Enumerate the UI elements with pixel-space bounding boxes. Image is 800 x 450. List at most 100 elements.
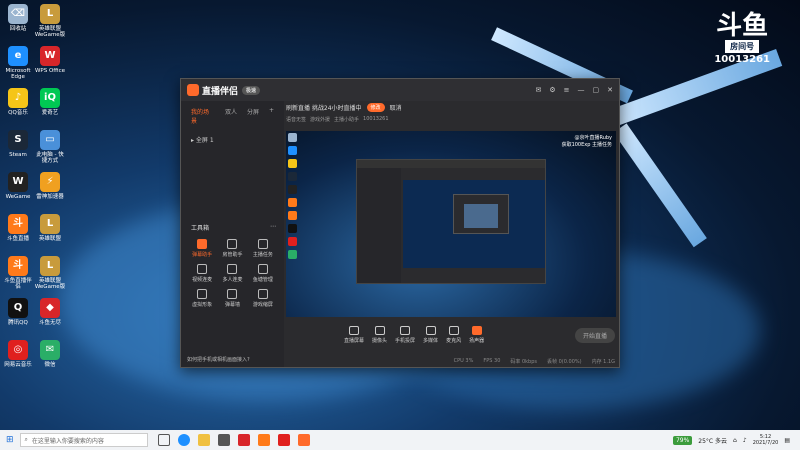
cancel-title-button[interactable]: 取消 <box>390 103 402 112</box>
game-icon[interactable] <box>277 434 290 446</box>
status-item: 内存 1.1G <box>591 359 615 365</box>
desktop-icon[interactable]: Q 腾讯QQ <box>2 298 34 326</box>
desktop-icon[interactable]: iQ 爱奇艺 <box>34 88 66 116</box>
tab-duo[interactable]: 双人 <box>225 107 237 125</box>
desktop-icon-label: 英雄联盟 <box>38 236 61 242</box>
desktop-icon[interactable]: W WeGame <box>2 172 34 200</box>
store-icon[interactable] <box>217 434 230 446</box>
source-button[interactable]: 摄像头 <box>372 326 387 344</box>
task-view-icon[interactable] <box>157 434 170 446</box>
battery-indicator[interactable]: 79% <box>672 435 693 445</box>
source-label: 手机投屏 <box>395 338 416 344</box>
tool-icon <box>197 239 208 249</box>
tool-button[interactable]: 视频连麦 <box>187 264 217 283</box>
desktop-icon[interactable]: L 英雄联盟WeGame版 <box>34 256 66 290</box>
toolbox-more-icon[interactable]: ⋯ <box>270 223 276 232</box>
windows-start-icon[interactable]: ⊞ <box>6 435 14 445</box>
source-label: 扬声器 <box>469 338 485 344</box>
version-pill[interactable]: 极速 <box>242 85 261 95</box>
clock[interactable]: 5:12 2021/7/20 <box>753 434 779 446</box>
live-companion-icon[interactable] <box>297 434 310 446</box>
add-scene-icon[interactable]: + <box>269 107 274 125</box>
toolbox-title: 工具箱 <box>191 225 210 232</box>
app-icon: ⌫ <box>8 4 28 24</box>
desktop-icon[interactable]: e Microsoft Edge <box>2 46 34 80</box>
camera-tip-link[interactable]: 如何把手机或相机画面接入? <box>187 356 250 363</box>
tool-label: 主播任务 <box>252 252 273 258</box>
start-live-button[interactable]: 开始直播 <box>574 327 615 343</box>
desktop-icon[interactable]: S Steam <box>2 130 34 158</box>
status-item: 码率 0kbps <box>510 359 538 365</box>
tool-button[interactable]: 弹幕助手 <box>187 239 217 258</box>
minimize-icon[interactable]: — <box>578 86 585 94</box>
close-icon[interactable]: ✕ <box>607 86 613 94</box>
tool-icon <box>257 239 268 249</box>
desktop-icon[interactable]: 斗斗鱼直播 <box>2 214 34 242</box>
tab-scenes[interactable]: 我的场景 <box>191 107 215 125</box>
desktop-icon[interactable]: ♪ QQ音乐 <box>2 88 34 116</box>
preview-icon <box>288 237 297 246</box>
room-meta-item[interactable]: 语音无签 <box>286 116 306 123</box>
app-icon: ⚡ <box>40 172 60 192</box>
weather-text[interactable]: 25°C 多云 <box>698 436 727 445</box>
desktop-icon[interactable]: ⚡ 雷神加速器 <box>34 172 66 200</box>
network-icon[interactable]: ⌂ <box>733 437 737 444</box>
app-icon: ♪ <box>8 88 28 108</box>
desktop-icon[interactable]: ▭ 此电脑 - 快捷方式 <box>34 130 66 164</box>
maximize-icon[interactable]: ▢ <box>593 86 600 94</box>
tab-split[interactable]: 分屏 <box>247 107 259 125</box>
room-meta-item[interactable]: 主播小助手 <box>334 116 359 123</box>
source-button[interactable]: 多媒体 <box>423 326 438 344</box>
desktop-icon-label: Microsoft Edge <box>5 68 31 80</box>
source-label: 直播屏幕 <box>344 338 365 344</box>
room-meta-item[interactable]: 10013261 <box>363 116 388 123</box>
tool-button[interactable]: 游戏缩屏 <box>248 289 278 308</box>
window-controls: ✉ ⚙ ≡ — ▢ ✕ <box>535 86 613 94</box>
tool-button[interactable]: 弹幕墙 <box>217 289 247 308</box>
edge-icon[interactable] <box>177 434 190 446</box>
tool-button[interactable]: 多人连麦 <box>217 264 247 283</box>
room-label: 房间号 <box>725 40 760 53</box>
menu-icon[interactable]: ≡ <box>564 86 570 94</box>
preview-canvas[interactable]: @京叶直播Ruby 获取100Exp 主播任务 <box>286 131 616 317</box>
room-meta-item[interactable]: 游戏外援 <box>310 116 330 123</box>
desktop-icon[interactable]: ⌫ 回收站 <box>2 4 34 32</box>
preview-icon <box>288 172 297 181</box>
tool-button[interactable]: 房管助手 <box>217 239 247 258</box>
tool-label: 虚拟形象 <box>192 302 213 308</box>
source-toolbar: 直播屏幕 摄像头 手机投屏 多媒体 麦克风 扬声器 开始直播 <box>286 319 615 351</box>
desktop-icon[interactable]: W WPS Office <box>34 46 66 74</box>
source-icon <box>400 326 411 335</box>
tool-button[interactable]: 鱼塘管理 <box>248 264 278 283</box>
file-explorer-icon[interactable] <box>197 434 210 446</box>
volume-icon[interactable]: ♪ <box>743 437 747 444</box>
edit-title-button[interactable]: 修改 <box>366 103 385 112</box>
room-meta: 语音无签 游戏外援 主播小助手 10013261 <box>286 116 615 123</box>
preview-icon <box>288 224 297 233</box>
wps-icon[interactable] <box>237 434 250 446</box>
desktop-icon[interactable]: L 英雄联盟WeGame版 <box>34 4 66 38</box>
douyu-icon[interactable] <box>257 434 270 446</box>
tool-button[interactable]: 主播任务 <box>248 239 278 258</box>
app-icon: L <box>40 214 60 234</box>
status-bar: CPU 3% FPS 30 码率 0kbps 丢帧 0(0.00%) 内存 1.1G <box>286 358 615 365</box>
tool-button[interactable]: 虚拟形象 <box>187 289 217 308</box>
source-button[interactable]: 扬声器 <box>469 326 484 344</box>
taskbar-search[interactable]: ⌕ 在这里输入你要搜索的内容 <box>19 433 148 447</box>
app-icon: 斗 <box>8 214 28 234</box>
desktop-icon[interactable]: 斗斗鱼直播伴侣 <box>2 256 34 290</box>
source-button[interactable]: 直播屏幕 <box>344 326 364 344</box>
desktop-icon[interactable]: ✉ 微信 <box>34 340 66 368</box>
desktop-icon[interactable]: ◎ 网易云音乐 <box>2 340 34 368</box>
tool-icon <box>197 264 208 274</box>
app-icon: W <box>8 172 28 192</box>
message-icon[interactable]: ✉ <box>535 86 541 94</box>
settings-icon[interactable]: ⚙ <box>549 86 555 94</box>
scene-item[interactable]: ▸ 全屏 1 <box>181 131 284 148</box>
desktop-icon[interactable]: L 英雄联盟 <box>34 214 66 242</box>
notification-icon[interactable]: ▤ <box>784 437 790 444</box>
source-button[interactable]: 手机投屏 <box>395 326 415 344</box>
source-button[interactable]: 麦克风 <box>446 326 461 344</box>
tool-label: 鱼塘管理 <box>252 277 273 283</box>
desktop-icon[interactable]: ◆ 斗鱼无尽 <box>34 298 66 326</box>
